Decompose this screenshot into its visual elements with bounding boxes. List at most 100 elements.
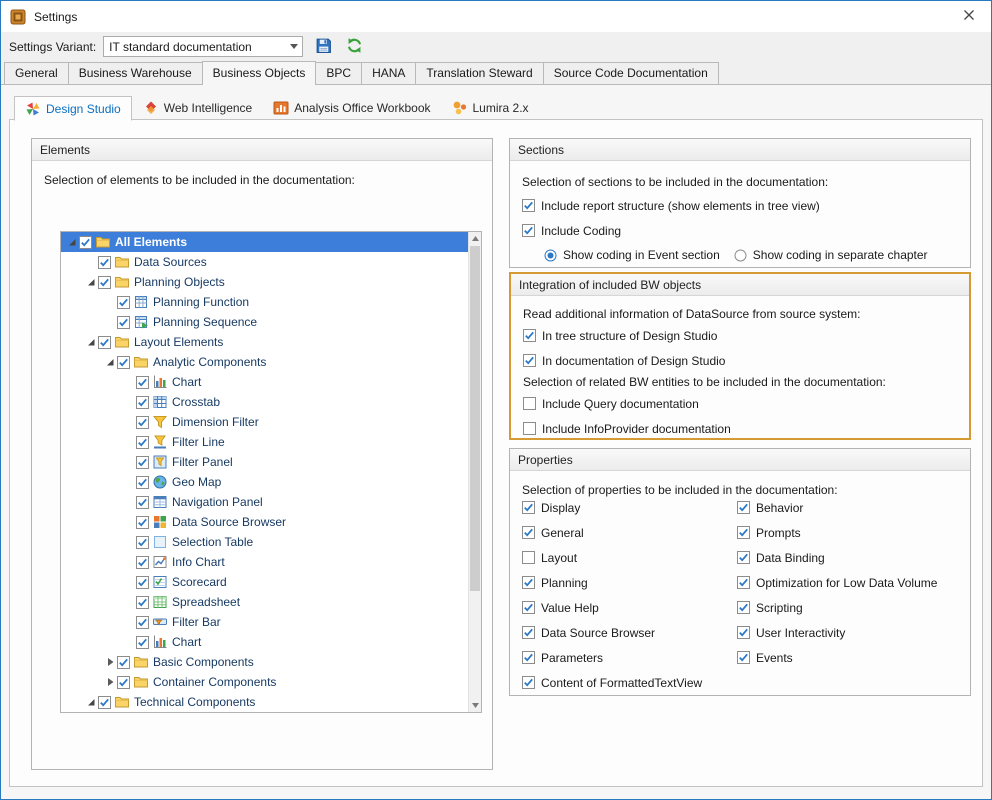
checkbox[interactable]	[98, 336, 111, 349]
refresh-button[interactable]	[343, 36, 365, 58]
tree-item-chart[interactable]: Chart	[61, 632, 468, 652]
checkbox-row-behavior[interactable]: Behavior	[737, 495, 937, 520]
checkbox[interactable]	[98, 696, 111, 709]
subtab-web-intelligence[interactable]: Web Intelligence	[133, 95, 263, 120]
checkbox-row-general[interactable]: General	[522, 520, 702, 545]
checkbox[interactable]	[523, 422, 536, 435]
tab-business-warehouse[interactable]: Business Warehouse	[68, 62, 203, 84]
checkbox[interactable]	[136, 376, 149, 389]
scrollbar-thumb[interactable]	[470, 246, 480, 591]
tree-item-all-elements[interactable]: All Elements	[61, 232, 468, 252]
expander-expanded-icon[interactable]	[65, 235, 79, 249]
radio-show-coding-in-separate-chapter[interactable]: Show coding in separate chapter	[734, 248, 928, 262]
tree-item-geo-map[interactable]: Geo Map	[61, 472, 468, 492]
checkbox[interactable]	[523, 397, 536, 410]
expander-collapsed-icon[interactable]	[103, 675, 117, 689]
checkbox[interactable]	[136, 416, 149, 429]
tree-item-analytic-components[interactable]: Analytic Components	[61, 352, 468, 372]
checkbox[interactable]	[522, 601, 535, 614]
expander-expanded-icon[interactable]	[103, 355, 117, 369]
save-button[interactable]	[312, 36, 334, 58]
checkbox-row-data-source-browser[interactable]: Data Source Browser	[522, 620, 702, 645]
tree-item-crosstab[interactable]: Crosstab	[61, 392, 468, 412]
checkbox[interactable]	[136, 396, 149, 409]
checkbox[interactable]	[737, 576, 750, 589]
tree-item-filter-bar[interactable]: Filter Bar	[61, 612, 468, 632]
checkbox[interactable]	[136, 436, 149, 449]
checkbox[interactable]	[98, 276, 111, 289]
checkbox-row-include-infoprovider-documentation[interactable]: Include InfoProvider documentation	[523, 416, 957, 441]
checkbox[interactable]	[136, 556, 149, 569]
checkbox[interactable]	[522, 676, 535, 689]
checkbox[interactable]	[136, 596, 149, 609]
checkbox-row-parameters[interactable]: Parameters	[522, 645, 702, 670]
checkbox-row-events[interactable]: Events	[737, 645, 937, 670]
tab-hana[interactable]: HANA	[361, 62, 416, 84]
checkbox[interactable]	[522, 501, 535, 514]
subtab-design-studio[interactable]: Design Studio	[14, 96, 132, 121]
checkbox[interactable]	[522, 526, 535, 539]
checkbox-row-scripting[interactable]: Scripting	[737, 595, 937, 620]
checkbox[interactable]	[522, 224, 535, 237]
checkbox[interactable]	[136, 636, 149, 649]
tree-item-data-sources[interactable]: Data Sources	[61, 252, 468, 272]
tree-item-chart[interactable]: Chart	[61, 372, 468, 392]
checkbox[interactable]	[136, 496, 149, 509]
checkbox-row-in-documentation-of-design-studio[interactable]: In documentation of Design Studio	[523, 348, 957, 373]
checkbox[interactable]	[737, 651, 750, 664]
checkbox[interactable]	[522, 651, 535, 664]
subtab-lumira-2-x[interactable]: Lumira 2.x	[442, 95, 539, 120]
checkbox-row-include-query-documentation[interactable]: Include Query documentation	[523, 391, 957, 416]
tree-scrollbar[interactable]	[468, 232, 481, 712]
checkbox-row-include-report-structure-show-elements-in-tree-view[interactable]: Include report structure (show elements …	[522, 193, 958, 218]
tree-item-planning-sequence[interactable]: Planning Sequence	[61, 312, 468, 332]
checkbox-row-data-binding[interactable]: Data Binding	[737, 545, 937, 570]
radio-button[interactable]	[544, 249, 557, 262]
tree-item-basic-components[interactable]: Basic Components	[61, 652, 468, 672]
tab-bpc[interactable]: BPC	[315, 62, 362, 84]
checkbox[interactable]	[737, 626, 750, 639]
checkbox[interactable]	[737, 601, 750, 614]
checkbox[interactable]	[136, 516, 149, 529]
tree-item-container-components[interactable]: Container Components	[61, 672, 468, 692]
checkbox[interactable]	[117, 676, 130, 689]
checkbox[interactable]	[522, 626, 535, 639]
tab-general[interactable]: General	[4, 62, 69, 84]
checkbox[interactable]	[522, 199, 535, 212]
checkbox-row-in-tree-structure-of-design-studio[interactable]: In tree structure of Design Studio	[523, 323, 957, 348]
close-button[interactable]	[946, 1, 991, 32]
checkbox[interactable]	[117, 316, 130, 329]
checkbox[interactable]	[737, 501, 750, 514]
tab-translation-steward[interactable]: Translation Steward	[415, 62, 543, 84]
scroll-up-button[interactable]	[469, 232, 481, 245]
checkbox[interactable]	[136, 576, 149, 589]
checkbox[interactable]	[136, 476, 149, 489]
tree-item-filter-panel[interactable]: Filter Panel	[61, 452, 468, 472]
radio-button[interactable]	[734, 249, 747, 262]
tree-item-data-source-browser[interactable]: Data Source Browser	[61, 512, 468, 532]
checkbox[interactable]	[79, 236, 92, 249]
checkbox-row-layout[interactable]: Layout	[522, 545, 702, 570]
checkbox-row-include-coding[interactable]: Include Coding	[522, 218, 958, 243]
checkbox[interactable]	[737, 551, 750, 564]
checkbox[interactable]	[136, 616, 149, 629]
checkbox[interactable]	[522, 576, 535, 589]
tree-item-planning-objects[interactable]: Planning Objects	[61, 272, 468, 292]
checkbox-row-optimization-for-low-data-volume[interactable]: Optimization for Low Data Volume	[737, 570, 937, 595]
checkbox[interactable]	[117, 356, 130, 369]
tree-item-scorecard[interactable]: Scorecard	[61, 572, 468, 592]
expander-expanded-icon[interactable]	[84, 335, 98, 349]
checkbox[interactable]	[136, 536, 149, 549]
radio-show-coding-in-event-section[interactable]: Show coding in Event section	[544, 248, 720, 262]
checkbox[interactable]	[523, 354, 536, 367]
tree-item-planning-function[interactable]: Planning Function	[61, 292, 468, 312]
checkbox[interactable]	[136, 456, 149, 469]
expander-expanded-icon[interactable]	[84, 275, 98, 289]
checkbox-row-user-interactivity[interactable]: User Interactivity	[737, 620, 937, 645]
tab-source-code-documentation[interactable]: Source Code Documentation	[543, 62, 719, 84]
tree-item-selection-table[interactable]: Selection Table	[61, 532, 468, 552]
tree-item-technical-components[interactable]: Technical Components	[61, 692, 468, 712]
checkbox-row-planning[interactable]: Planning	[522, 570, 702, 595]
checkbox[interactable]	[117, 656, 130, 669]
combo-dropdown-button[interactable]	[285, 37, 302, 56]
